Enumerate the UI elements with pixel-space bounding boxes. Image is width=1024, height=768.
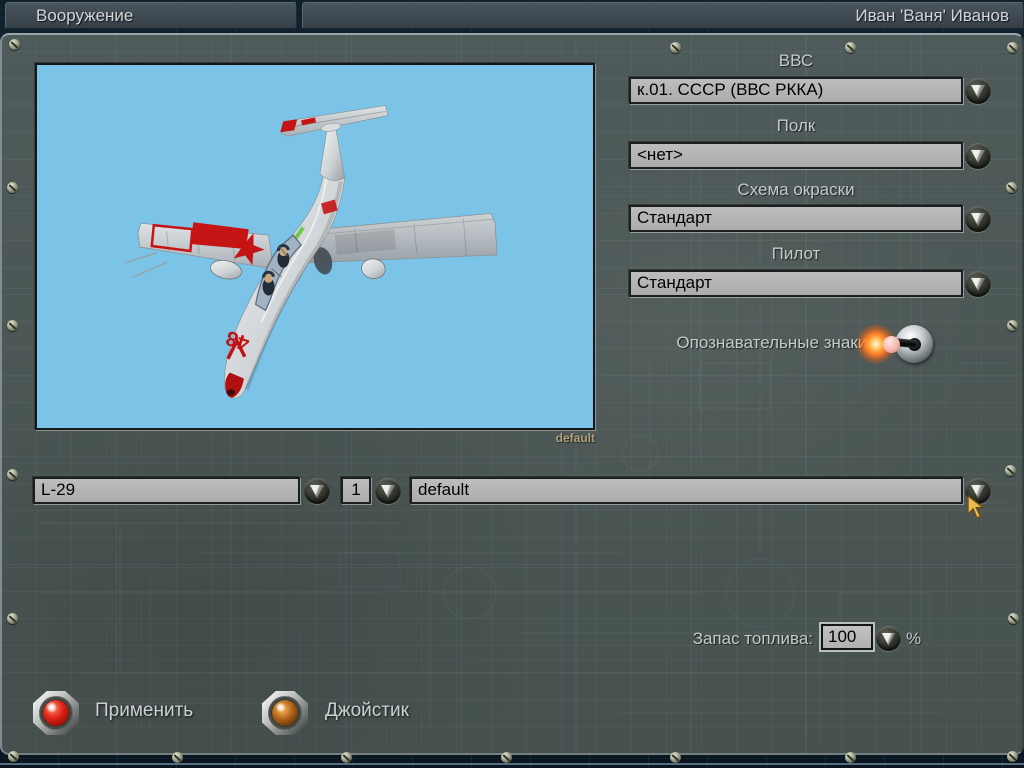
chevron-down-icon: [971, 213, 985, 226]
paint-scheme-dropdown[interactable]: Стандарт: [629, 205, 963, 232]
screw-icon: [1008, 613, 1019, 624]
screw-icon: [1006, 182, 1017, 193]
screw-icon: [172, 752, 183, 763]
screw-icon: [670, 752, 681, 763]
screw-icon: [7, 613, 18, 624]
screw-icon: [7, 469, 18, 480]
fuel-value-field[interactable]: 100: [821, 624, 873, 650]
screw-icon: [501, 752, 512, 763]
screw-icon: [8, 751, 19, 762]
regiment-dropdown-button[interactable]: [965, 143, 991, 169]
apply-button[interactable]: [33, 691, 79, 735]
air-force-label: ВВС: [778, 51, 814, 70]
red-button-icon: [43, 700, 69, 726]
screw-icon: [7, 320, 18, 331]
chevron-down-icon: [971, 278, 985, 291]
screen-title-tab: Вооружение: [5, 2, 297, 29]
screw-icon: [1007, 751, 1018, 762]
chevron-down-icon: [971, 150, 985, 163]
chevron-down-icon: [881, 632, 896, 646]
markings-label: Опознавательные знаки:: [676, 333, 872, 352]
joystick-button[interactable]: [262, 691, 308, 735]
toggle-knob-icon: [883, 336, 900, 353]
armament-screen: Вооружение Иван 'Ваня' Иванов 48 default…: [0, 0, 1024, 768]
screw-icon: [1007, 42, 1018, 53]
joystick-button-label: Джойстик: [325, 700, 409, 721]
screw-icon: [1007, 320, 1018, 331]
markings-toggle-switch[interactable]: [853, 320, 938, 368]
mouse-cursor-icon: [967, 495, 985, 519]
air-force-dropdown[interactable]: к.01. СССР (ВВС РККА): [629, 77, 963, 104]
paint-scheme-dropdown-button[interactable]: [965, 206, 991, 232]
aircraft-dropdown[interactable]: L-29: [33, 477, 300, 504]
screw-icon: [341, 752, 352, 763]
fuel-dropdown-button[interactable]: [876, 626, 901, 651]
regiment-label: Полк: [776, 116, 816, 135]
pilot-label: Пилот: [771, 244, 821, 263]
count-dropdown-button[interactable]: [375, 478, 401, 504]
apply-button-label: Применить: [95, 700, 194, 721]
regiment-dropdown[interactable]: <нет>: [629, 142, 963, 169]
aircraft-dropdown-button[interactable]: [304, 478, 330, 504]
chevron-down-icon: [310, 485, 324, 498]
screw-icon: [7, 182, 18, 193]
aircraft-preview-image: 48: [124, 105, 498, 399]
count-dropdown[interactable]: 1: [341, 477, 371, 504]
air-force-dropdown-button[interactable]: [965, 78, 991, 104]
amber-button-icon: [272, 700, 298, 726]
loadout-dropdown[interactable]: default: [410, 477, 963, 504]
chevron-down-icon: [971, 85, 985, 98]
bottom-divider: [0, 763, 1024, 765]
screw-icon: [845, 752, 856, 763]
paint-scheme-label: Схема окраски: [737, 180, 855, 199]
chevron-down-icon: [381, 485, 395, 498]
fuel-label: Запас топлива:: [692, 629, 813, 648]
aircraft-preview-viewport[interactable]: 48: [35, 63, 595, 430]
fuel-unit: %: [906, 629, 922, 648]
pilot-dropdown[interactable]: Стандарт: [629, 270, 963, 297]
player-name: Иван 'Ваня' Иванов: [855, 6, 1009, 25]
screw-icon: [1005, 465, 1016, 476]
screw-icon: [9, 39, 20, 50]
preview-skin-caption: default: [555, 431, 595, 445]
screen-title: Вооружение: [36, 6, 134, 25]
pilot-dropdown-button[interactable]: [965, 271, 991, 297]
player-name-tab: Иван 'Ваня' Иванов: [302, 2, 1024, 29]
